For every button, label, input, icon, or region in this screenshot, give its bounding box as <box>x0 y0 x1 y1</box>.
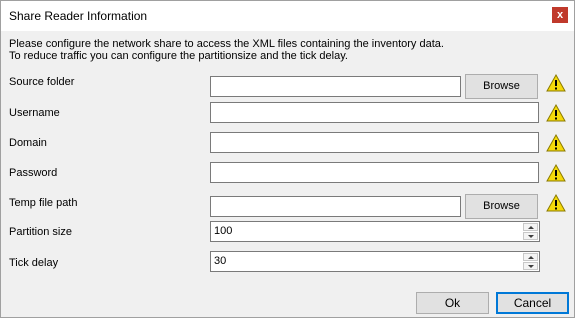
warning-triangle-icon <box>546 74 566 92</box>
warning-triangle-icon <box>546 194 566 212</box>
tick-delay-label: Tick delay <box>9 257 59 269</box>
password-input[interactable] <box>210 162 539 183</box>
temp-file-path-label: Temp file path <box>9 197 78 209</box>
temp-file-path-browse-button[interactable]: Browse <box>465 194 538 219</box>
ok-button[interactable]: Ok <box>416 292 489 314</box>
tick-delay-value: 30 <box>214 255 227 267</box>
spinner-arrows <box>523 253 538 270</box>
chevron-up-icon <box>528 226 534 229</box>
description-line-2: To reduce traffic you can configure the … <box>9 50 348 62</box>
cancel-button[interactable]: Cancel <box>496 292 569 314</box>
description-line-1: Please configure the network share to ac… <box>9 38 444 50</box>
tick-delay-stepper[interactable]: 30 <box>210 251 540 272</box>
window-title: Share Reader Information <box>9 9 148 23</box>
source-folder-browse-button[interactable]: Browse <box>465 74 538 99</box>
close-icon: x <box>556 9 564 21</box>
partition-size-stepper[interactable]: 100 <box>210 221 540 242</box>
title-bar: Share Reader Information x <box>1 1 574 31</box>
password-label: Password <box>9 167 58 179</box>
warning-triangle-icon <box>546 134 566 152</box>
close-button[interactable]: x <box>552 7 568 23</box>
dialog-window: Share Reader Information x Please config… <box>0 0 575 318</box>
username-label: Username <box>9 107 60 119</box>
domain-input[interactable] <box>210 132 539 153</box>
domain-label: Domain <box>9 137 47 149</box>
partition-size-value: 100 <box>214 225 233 237</box>
warning-triangle-icon <box>546 104 566 122</box>
partition-size-label: Partition size <box>9 226 72 238</box>
increment-button[interactable] <box>523 253 538 261</box>
chevron-down-icon <box>528 235 534 238</box>
warning-triangle-icon <box>546 164 566 182</box>
spinner-arrows <box>523 223 538 240</box>
chevron-up-icon <box>528 256 534 259</box>
description: Please configure the network share to ac… <box>9 38 444 62</box>
username-input[interactable] <box>210 102 539 123</box>
source-folder-input[interactable] <box>210 76 461 97</box>
decrement-button[interactable] <box>523 262 538 270</box>
increment-button[interactable] <box>523 223 538 231</box>
temp-file-path-input[interactable] <box>210 196 461 217</box>
decrement-button[interactable] <box>523 232 538 240</box>
chevron-down-icon <box>528 265 534 268</box>
source-folder-label: Source folder <box>9 76 75 88</box>
